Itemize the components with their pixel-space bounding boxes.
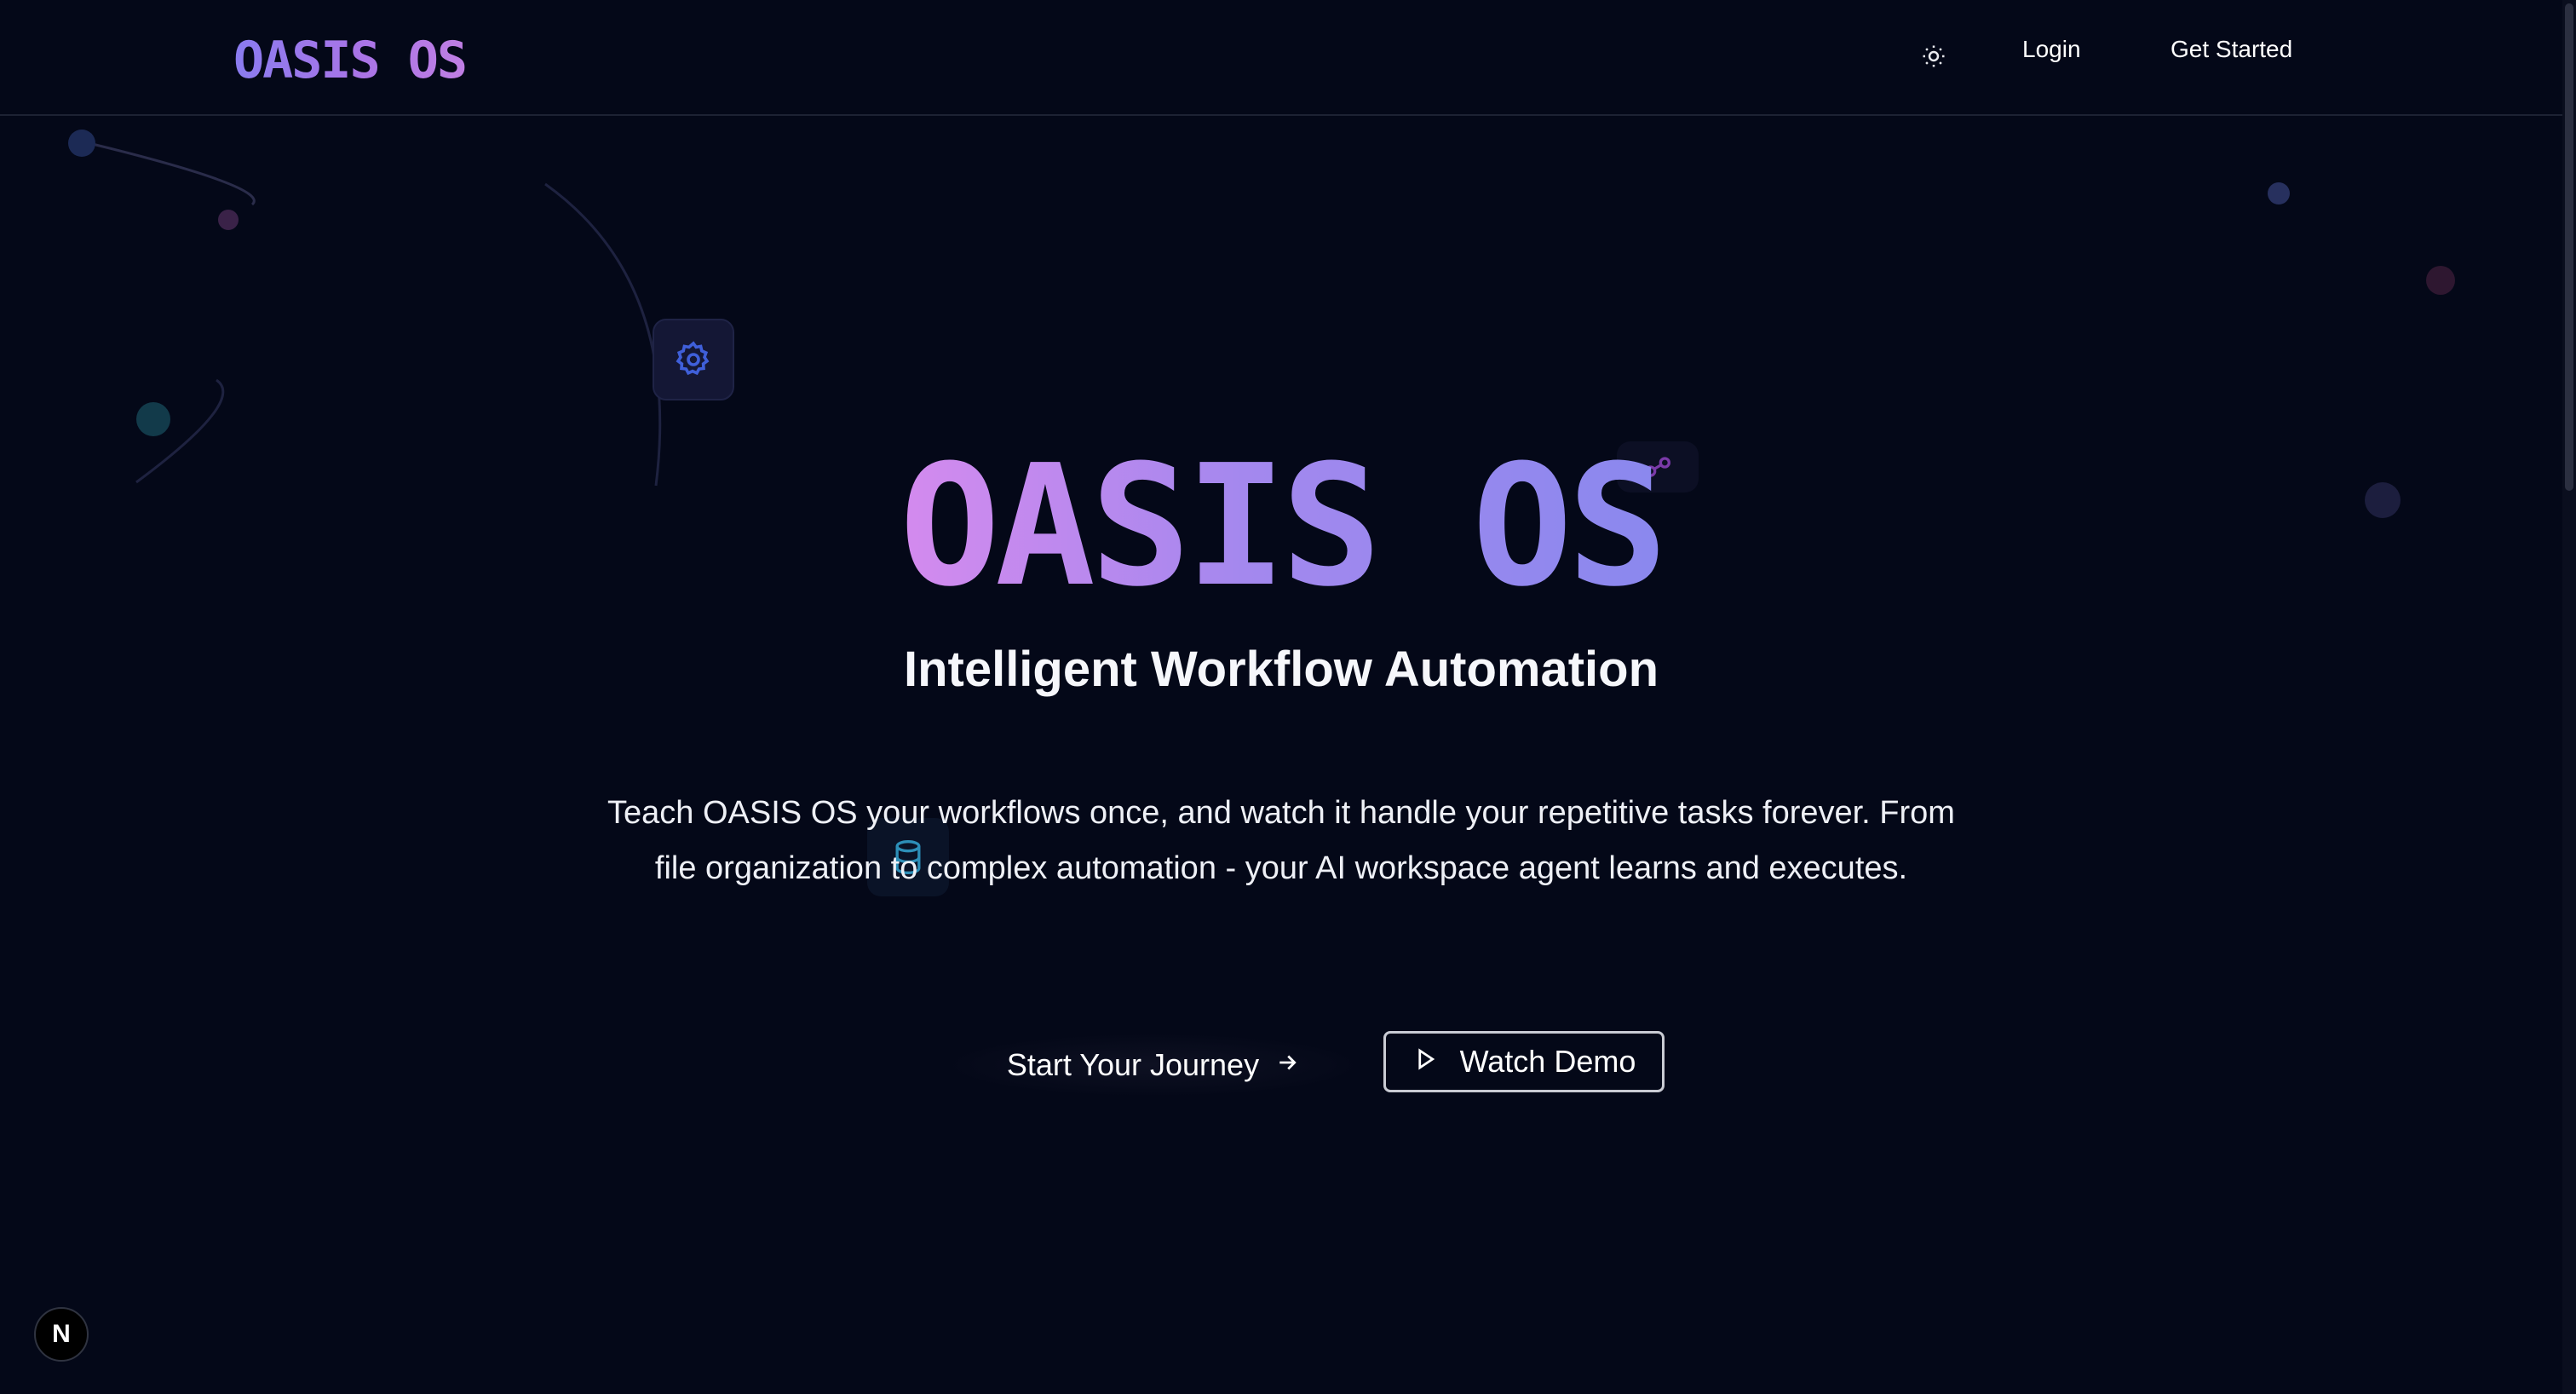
decor-dot [2426, 266, 2455, 295]
top-navbar: OASIS OS Login Get Started [0, 0, 2562, 116]
scroll-thumb[interactable] [2565, 3, 2573, 491]
get-started-link[interactable]: Get Started [2171, 36, 2292, 63]
brand-logo[interactable]: OASIS OS [233, 31, 468, 90]
orbit-line [544, 182, 662, 487]
decor-dot [218, 210, 239, 230]
hero-subtitle: Intelligent Workflow Automation [903, 642, 1659, 697]
start-journey-button[interactable]: Start Your Journey [940, 1033, 1366, 1097]
gear-icon [653, 319, 734, 400]
landing-page: OASIS OS Login Get Started OASIS OS Inte… [0, 0, 2576, 1394]
dev-badge[interactable]: N [34, 1307, 89, 1362]
dev-badge-label: N [52, 1320, 71, 1348]
hero-title: OASIS OS [0, 441, 2562, 612]
arrow-right-icon [1274, 1047, 1300, 1083]
watch-demo-label: Watch Demo [1459, 1044, 1636, 1079]
page-scrollbar[interactable] [2562, 0, 2576, 1394]
decor-dot [2268, 182, 2290, 204]
login-link[interactable]: Login [2022, 36, 2081, 63]
watch-demo-button[interactable]: Watch Demo [1383, 1031, 1665, 1092]
orbit-line [81, 140, 256, 206]
hero-description: Teach OASIS OS your workflows once, and … [607, 795, 1955, 886]
decor-dot [136, 402, 170, 436]
sun-icon[interactable] [1917, 39, 1951, 73]
start-journey-label: Start Your Journey [1006, 1047, 1260, 1082]
hero-title-text: OASIS OS [899, 429, 1668, 624]
decor-dot [68, 130, 95, 157]
play-icon [1412, 1044, 1438, 1080]
